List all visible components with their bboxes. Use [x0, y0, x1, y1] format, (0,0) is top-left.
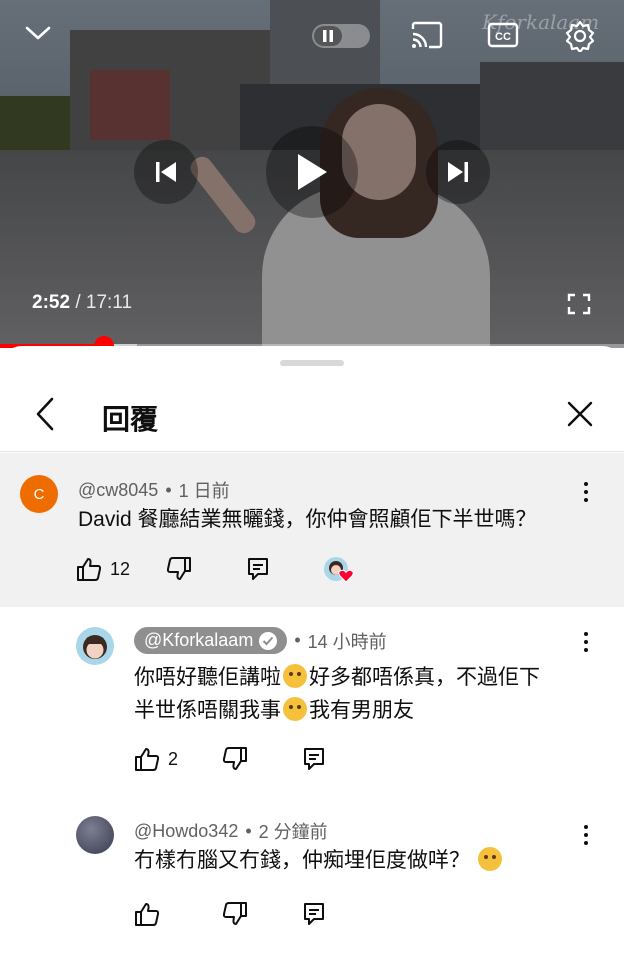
text-segment: 我有男朋友 — [309, 699, 414, 722]
close-button[interactable] — [562, 396, 598, 432]
thumb-down-icon — [222, 902, 247, 925]
reply-button[interactable] — [302, 901, 326, 927]
thumb-down-icon — [222, 747, 248, 770]
meta-dot: • — [165, 479, 172, 500]
cc-icon: CC — [487, 22, 519, 48]
cast-icon — [411, 21, 443, 49]
reply-icon — [248, 558, 269, 580]
comment-author[interactable]: @cw8045 — [78, 480, 158, 501]
sheet-header: 回覆 — [0, 376, 624, 452]
comment-actions: 2 — [134, 746, 326, 772]
autoplay-knob — [314, 26, 342, 46]
like-button[interactable]: 2 — [134, 746, 178, 772]
comment-meta: @cw8045 • 1 日前 — [78, 477, 230, 503]
more-vert-icon — [584, 632, 588, 636]
creator-handle-chip[interactable]: @Kforkalaam — [134, 627, 288, 654]
more-vert-icon — [584, 482, 588, 486]
heart-icon — [338, 569, 354, 583]
verified-icon — [259, 631, 278, 650]
like-button[interactable]: 12 — [76, 556, 130, 582]
play-icon — [298, 154, 327, 190]
comment-age: 14 小時前 — [307, 631, 387, 652]
creator-avatar-image — [83, 635, 107, 659]
avatar[interactable] — [76, 627, 114, 665]
text-segment: 好多都唔係真，不過佢下 — [309, 666, 540, 689]
comment-text: 冇樣冇腦又冇錢，仲痴埋佢度做咩？ — [134, 844, 584, 877]
previous-icon — [156, 162, 176, 182]
parent-comment: C @cw8045 • 1 日前 David 餐廳結業無曬錢，你仲會照顧佢下半世… — [0, 453, 624, 607]
comment-author: @Kforkalaam — [144, 630, 254, 650]
comment-author[interactable]: @Howdo342 — [134, 821, 238, 842]
next-video-button[interactable] — [426, 140, 490, 204]
comment-menu-button[interactable] — [576, 627, 596, 657]
fullscreen-icon — [567, 293, 591, 315]
comment-line: 你唔好聽佢講啦 好多都唔係真，不過佢下 — [134, 661, 584, 694]
sheet-title: 回覆 — [102, 404, 159, 435]
next-icon — [448, 162, 468, 182]
play-button[interactable] — [266, 126, 358, 218]
captions-button[interactable]: CC — [486, 20, 520, 50]
text-segment: 冇樣冇腦又冇錢，仲痴埋佢度做咩？ — [134, 849, 470, 872]
autoplay-toggle[interactable] — [312, 24, 370, 48]
creator-heart-badge — [322, 555, 354, 583]
current-time: 2:52 — [32, 292, 71, 313]
dislike-button[interactable] — [222, 746, 248, 772]
replies-sheet: 回覆 C @cw8045 • 1 日前 David 餐廳結業無曬錢，你仲會照顧佢… — [0, 346, 624, 960]
fullscreen-button[interactable] — [564, 290, 594, 318]
chevron-down-icon — [25, 26, 51, 40]
time-display: 2:52 / 17:11 — [32, 292, 132, 314]
minimize-button[interactable] — [22, 18, 54, 50]
like-count: 12 — [110, 558, 131, 579]
dislike-button[interactable] — [222, 901, 248, 927]
comment-meta: @Howdo342 • 2 分鐘前 — [134, 818, 328, 844]
like-count: 2 — [168, 748, 179, 769]
meta-dot: • — [294, 630, 301, 650]
text-segment: 你唔好聽佢講啦 — [134, 666, 281, 689]
drag-handle[interactable] — [280, 360, 344, 366]
comment-meta: @Kforkalaam • 14 小時前 — [134, 627, 387, 654]
grinning-sweat-emoji — [283, 697, 307, 721]
comment-text: 你唔好聽佢講啦 好多都唔係真，不過佢下 半世係唔關我事 我有男朋友 — [134, 661, 584, 727]
reply-icon — [304, 748, 325, 770]
like-button[interactable] — [134, 901, 160, 927]
avatar[interactable] — [76, 816, 114, 854]
avatar[interactable]: C — [20, 475, 58, 513]
comment-actions — [134, 901, 326, 927]
gear-icon — [565, 20, 595, 52]
pause-icon — [323, 30, 333, 42]
duration: 17:11 — [85, 292, 133, 313]
comment-age: 1 日前 — [178, 481, 230, 501]
cast-button[interactable] — [408, 18, 446, 52]
text-segment: 半世係唔關我事 — [134, 699, 281, 722]
video-player[interactable]: Kforkalaam CC 2:52 / 17:11 — [0, 0, 624, 348]
avatar-letter: C — [33, 485, 45, 503]
thumb-up-icon — [135, 903, 160, 926]
meta-dot: • — [245, 820, 252, 841]
comment-line: 半世係唔關我事 我有男朋友 — [134, 694, 584, 727]
svg-text:CC: CC — [495, 31, 511, 43]
thumb-down-icon — [166, 557, 192, 580]
dislike-button[interactable] — [166, 556, 192, 582]
more-vert-icon — [584, 825, 588, 829]
comment-text: David 餐廳結業無曬錢，你仲會照顧佢下半世嗎？ — [78, 508, 537, 531]
previous-video-button[interactable] — [134, 140, 198, 204]
reply-icon — [304, 903, 324, 925]
thumb-up-icon — [135, 748, 160, 771]
comment-age: 2 分鐘前 — [258, 822, 328, 842]
unamused-face-emoji — [283, 664, 307, 688]
thumb-up-icon — [77, 558, 102, 581]
settings-button[interactable] — [562, 18, 598, 54]
close-icon — [567, 401, 593, 427]
reply-button[interactable] — [246, 556, 270, 582]
back-button[interactable] — [28, 394, 62, 434]
comment-actions: 12 — [76, 555, 354, 583]
time-separator: / — [75, 292, 81, 313]
tears-of-joy-emoji — [477, 847, 502, 871]
reply-button[interactable] — [302, 746, 326, 772]
back-arrow-icon — [36, 397, 54, 431]
